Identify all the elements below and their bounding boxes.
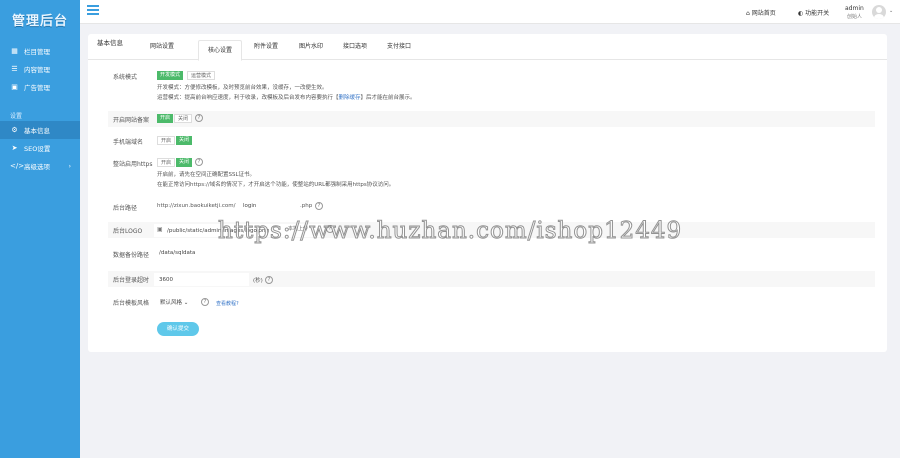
https-help-2: 在能正常访问https://域名的情况下，才开启这个功能，使整站的URL都强制采… — [157, 182, 395, 188]
system-mode-help-run: 运营模式：提高前台响应速度，利于收录，改模板及后台发布内容要执行【删除缓存】后才… — [157, 93, 416, 101]
logo: 管理后台 — [11, 13, 68, 29]
https-label: 整站启用https — [113, 161, 153, 168]
site-home-label: 网站首页 — [751, 10, 776, 17]
settings-card: 基本信息 网站设置 核心设置 附件设置 图片水印 接口选项 支付接口 系统模式 … — [88, 34, 887, 352]
admin-path-input[interactable] — [241, 200, 296, 211]
sidebar-item-advanced[interactable]: </> 高级选项 › — [0, 157, 80, 175]
chevron-right-icon: › — [68, 162, 71, 170]
avatar[interactable] — [872, 5, 886, 19]
help-icon[interactable]: ? — [201, 298, 209, 306]
admin-name[interactable]: admin — [845, 5, 864, 12]
view-tutorial-link[interactable]: 查看教程? — [216, 300, 239, 307]
backup-path-label: 数据备份路径 — [113, 252, 150, 259]
tab-image-watermark[interactable]: 图片水印 — [299, 34, 323, 60]
timeout-unit: (秒) — [253, 278, 263, 284]
system-mode-help-dev: 开发模式：方便修改模板，及时预览前台效果，没缓存，一改便生效。 — [157, 85, 328, 91]
sidebar-item-label: 栏目管理 — [24, 48, 50, 56]
send-icon: ➤ — [11, 144, 18, 152]
sidebar-item-label: SEO设置 — [24, 145, 51, 153]
theme-select[interactable]: 默认风格 ⌄ — [160, 298, 188, 306]
theme-label: 后台模板风格 — [113, 300, 150, 307]
toggle-icon: ◐ — [798, 10, 804, 17]
admin-path-prefix: http://zixun.baokuiketji.com/ — [157, 203, 236, 209]
admin-logo-label: 后台LOGO — [113, 228, 143, 235]
admin-role: 创始人 — [847, 14, 863, 20]
https-off-button[interactable]: 关闭 — [176, 158, 193, 167]
sidebar-item-label: 广告管理 — [24, 84, 50, 92]
icp-off-button[interactable]: 关闭 — [174, 114, 193, 123]
tab-core-settings[interactable]: 核心设置 — [198, 40, 243, 61]
admin-path-label: 后台路径 — [113, 205, 138, 212]
sidebar-item-label: 高级选项 — [24, 163, 50, 171]
icp-on-button[interactable]: 开启 — [157, 114, 174, 123]
mobile-on-button[interactable]: 开启 — [157, 136, 176, 145]
sidebar-item-ads[interactable]: ▣ 广告管理 — [0, 78, 80, 96]
submit-button[interactable]: 确认提交 — [157, 322, 199, 336]
mobile-off-button[interactable]: 关闭 — [176, 136, 193, 145]
tab-bar: 基本信息 网站设置 核心设置 附件设置 图片水印 接口选项 支付接口 — [88, 34, 887, 61]
topbar: ⌂ 网站首页 ◐ 功能开关 admin 创始人 ⌄ — [80, 0, 900, 24]
theme-selected: 默认风格 — [160, 300, 183, 306]
system-mode-label: 系统模式 — [113, 74, 138, 81]
sidebar-item-label: 基本信息 — [24, 127, 50, 135]
mobile-domain-label: 手机端域名 — [113, 139, 144, 146]
icp-label: 开启网站备案 — [113, 117, 150, 124]
menu-toggle-icon[interactable] — [87, 5, 99, 15]
sidebar-item-seo[interactable]: ➤ SEO设置 — [0, 139, 80, 157]
icp-row — [108, 111, 875, 127]
sidebar-item-basic-info[interactable]: ⚙ 基本信息 — [0, 121, 80, 139]
help-icon[interactable]: ? — [195, 158, 203, 166]
image-icon: ▣ — [11, 83, 18, 91]
code-icon: </> — [10, 162, 25, 170]
list-icon: ☰ — [11, 65, 18, 73]
help-text: 运营模式：提高前台响应速度，利于收录，改模板及后台发布内容要执行【 — [157, 95, 339, 101]
help-icon[interactable]: ? — [195, 114, 203, 122]
feature-toggle-link[interactable]: ◐ 功能开关 — [798, 8, 829, 17]
https-on-button[interactable]: 开启 — [157, 158, 176, 167]
https-help-1: 开启前，请先在空间正确配置SSL证书。 — [157, 172, 256, 178]
login-timeout-input[interactable] — [157, 274, 247, 285]
tab-attachment-settings[interactable]: 附件设置 — [254, 34, 278, 60]
tab-site-settings[interactable]: 网站设置 — [150, 34, 174, 60]
delete-cache-link[interactable]: 删除缓存 — [339, 95, 361, 101]
chevron-down-icon: ⌄ — [183, 300, 189, 306]
sidebar: 管理后台 ▦ 栏目管理 ☰ 内容管理 ▣ 广告管理 设置 ⚙ 基本信息 ➤ SE… — [0, 0, 80, 458]
sidebar-section-settings: 设置 — [10, 113, 23, 120]
tab-payment-interface[interactable]: 支付接口 — [387, 34, 411, 60]
image-icon: ▣ — [157, 226, 163, 233]
dev-mode-button[interactable]: 开发模式 — [157, 71, 184, 80]
gear-icon: ⚙ — [11, 126, 18, 134]
admin-path-suffix: .php — [300, 203, 313, 209]
feature-toggle-label: 功能开关 — [805, 10, 830, 17]
help-icon[interactable]: ? — [315, 202, 323, 210]
help-icon[interactable]: ? — [265, 276, 273, 284]
site-home-link[interactable]: ⌂ 网站首页 — [746, 8, 776, 17]
backup-path-input[interactable] — [157, 247, 307, 258]
tab-interface-options[interactable]: 接口选项 — [343, 34, 367, 60]
tab-basic-info[interactable]: 基本信息 — [97, 30, 123, 56]
sidebar-item-label: 内容管理 — [24, 66, 50, 74]
sidebar-item-content[interactable]: ☰ 内容管理 — [0, 60, 80, 78]
sidebar-item-columns[interactable]: ▦ 栏目管理 — [0, 42, 80, 60]
run-mode-button[interactable]: 运营模式 — [187, 71, 216, 80]
chevron-down-icon[interactable]: ⌄ — [889, 8, 893, 14]
login-timeout-label: 后台登录超时 — [113, 277, 150, 284]
sitemap-icon: ▦ — [11, 47, 18, 55]
help-text: 】后才能在前台展示。 — [360, 95, 416, 101]
home-icon: ⌂ — [746, 10, 750, 17]
watermark-text: https://www.huzhan.com/ishop12449 — [217, 218, 683, 245]
